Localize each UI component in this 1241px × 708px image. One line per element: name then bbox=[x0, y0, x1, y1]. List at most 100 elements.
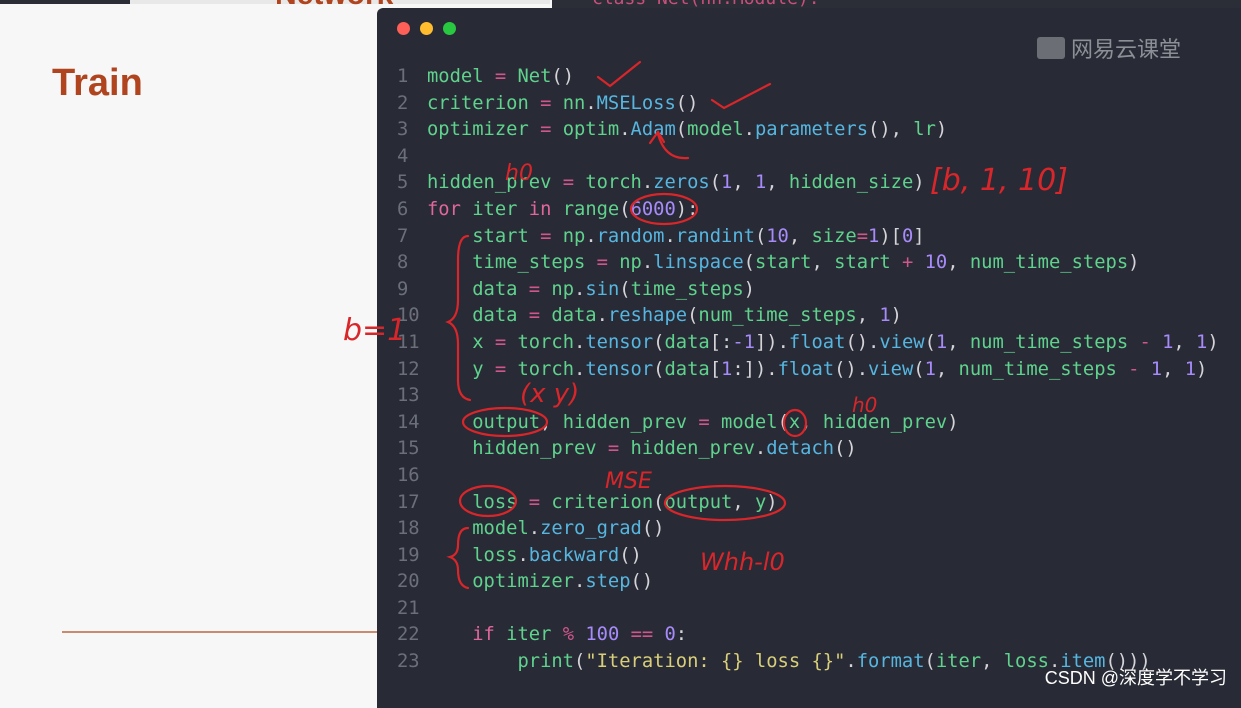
code-token: backward bbox=[528, 544, 620, 566]
line-number: 22 bbox=[397, 624, 420, 646]
code-token: , bbox=[947, 252, 970, 274]
close-window-button[interactable] bbox=[397, 22, 410, 35]
code-token: 1 bbox=[721, 172, 733, 194]
code-token: , bbox=[1173, 331, 1197, 353]
code-token: , bbox=[856, 305, 880, 327]
code-token: . bbox=[574, 331, 586, 353]
code-token: , bbox=[935, 358, 959, 380]
code-line: 2 criterion = nn. MSELoss() bbox=[397, 91, 1219, 118]
code-token: 10 bbox=[924, 252, 948, 274]
code-token: iter bbox=[935, 651, 982, 673]
code-token: lr bbox=[913, 119, 936, 141]
code-token: ) bbox=[1207, 331, 1219, 353]
code-token: ) bbox=[913, 172, 925, 194]
logo: 网易云课堂 bbox=[1037, 32, 1181, 64]
slide-heading: Train bbox=[52, 62, 143, 104]
code-token: tensor bbox=[585, 358, 654, 380]
code-line: 14 output, hidden_prev = model(x, hidden… bbox=[397, 410, 1219, 437]
code-token: ( bbox=[675, 119, 688, 141]
code-line: 13 bbox=[397, 383, 1219, 410]
code-token: torch bbox=[517, 331, 575, 353]
code-token: . bbox=[664, 225, 676, 247]
code-token: tensor bbox=[585, 331, 654, 353]
code-token: start bbox=[754, 252, 812, 274]
line-number: 5 bbox=[397, 172, 409, 194]
code-token: , bbox=[540, 411, 563, 433]
line-number: 9 bbox=[397, 278, 409, 300]
code-token: zero_grad bbox=[540, 518, 642, 540]
code-token: ) bbox=[1196, 358, 1208, 380]
code-token: loss bbox=[427, 544, 518, 566]
logo-text: 网易云课堂 bbox=[1071, 37, 1182, 62]
code-token: ( bbox=[653, 491, 665, 513]
line-number: 20 bbox=[397, 571, 420, 593]
code-token: ) bbox=[766, 491, 778, 513]
code-token: () bbox=[630, 571, 654, 593]
code-line: 20 optimizer. step() bbox=[397, 569, 1219, 596]
code-token: optimizer bbox=[427, 571, 574, 593]
code-token: 1 bbox=[1184, 358, 1197, 380]
code-token: num_time_steps bbox=[969, 252, 1129, 274]
code-token: reshape bbox=[607, 305, 688, 327]
code-token: = bbox=[517, 491, 552, 513]
code-token: num_time_steps bbox=[969, 331, 1129, 353]
code-token: 10 bbox=[766, 225, 789, 247]
code-line: 15 hidden_prev = hidden_prev. detach() bbox=[397, 436, 1219, 463]
code-token: detach bbox=[766, 438, 835, 460]
slide-title-cut: Network bbox=[275, 0, 393, 12]
code-token: = bbox=[528, 119, 563, 141]
code-token: , bbox=[732, 172, 755, 194]
code-token: np bbox=[551, 278, 575, 300]
code-token: ( bbox=[743, 252, 755, 274]
code-line: 12 y = torch. tensor(data[1:]). float (). vi… bbox=[397, 357, 1219, 384]
code-token: randint bbox=[675, 225, 755, 247]
code-token: criterion bbox=[427, 92, 529, 114]
code-line: 10 data = data. reshape(num_time_steps, 1… bbox=[397, 303, 1219, 330]
code-token: = bbox=[856, 225, 869, 247]
code-token: torch bbox=[517, 358, 575, 380]
code-block: 1 model = Net() 2 criterion = nn. MSELoss() 3… bbox=[397, 64, 1219, 676]
code-token: output bbox=[664, 491, 733, 513]
code-token: : bbox=[675, 624, 688, 646]
code-token: = bbox=[528, 225, 563, 247]
code-token: () bbox=[551, 66, 575, 87]
code-token: hidden_prev bbox=[630, 438, 755, 460]
code-token: random bbox=[596, 225, 665, 247]
line-number: 19 bbox=[397, 544, 420, 566]
code-token: . bbox=[585, 92, 597, 114]
code-line: 19 loss. backward() bbox=[397, 543, 1219, 570]
code-token: ( bbox=[653, 358, 665, 380]
code-token: start bbox=[834, 252, 891, 274]
code-token: , bbox=[766, 172, 789, 194]
line-number: 1 bbox=[397, 66, 409, 87]
line-number: 11 bbox=[397, 331, 420, 353]
line-number: 17 bbox=[397, 491, 420, 513]
code-token: 1 bbox=[1196, 331, 1208, 353]
code-token: (). bbox=[834, 358, 869, 380]
line-number: 18 bbox=[397, 518, 420, 540]
code-token: x bbox=[788, 411, 801, 433]
code-token: "Iteration: {} loss {}" bbox=[585, 651, 846, 673]
code-token: ( bbox=[619, 198, 631, 220]
line-number: 4 bbox=[397, 145, 409, 167]
code-token: () bbox=[641, 518, 665, 540]
code-token: Net bbox=[517, 66, 552, 87]
code-token: , bbox=[947, 331, 970, 353]
code-token: . bbox=[574, 358, 586, 380]
code-token: . bbox=[596, 305, 608, 327]
code-token: hidden_prev bbox=[822, 411, 948, 433]
code-token: data bbox=[664, 358, 710, 380]
minimize-window-button[interactable] bbox=[420, 22, 433, 35]
code-token: float bbox=[788, 331, 846, 353]
code-token: ( bbox=[754, 225, 767, 247]
code-token: () bbox=[834, 438, 857, 460]
maximize-window-button[interactable] bbox=[443, 22, 456, 35]
code-line: 9 data = np. sin(time_steps) bbox=[397, 277, 1219, 304]
code-token: 0 bbox=[901, 225, 914, 247]
code-token: ( bbox=[574, 651, 586, 673]
line-number: 13 bbox=[397, 385, 420, 407]
code-token: = bbox=[585, 252, 620, 274]
code-token: . bbox=[574, 278, 586, 300]
code-token: 1 bbox=[868, 225, 880, 247]
code-token: np bbox=[619, 252, 642, 274]
